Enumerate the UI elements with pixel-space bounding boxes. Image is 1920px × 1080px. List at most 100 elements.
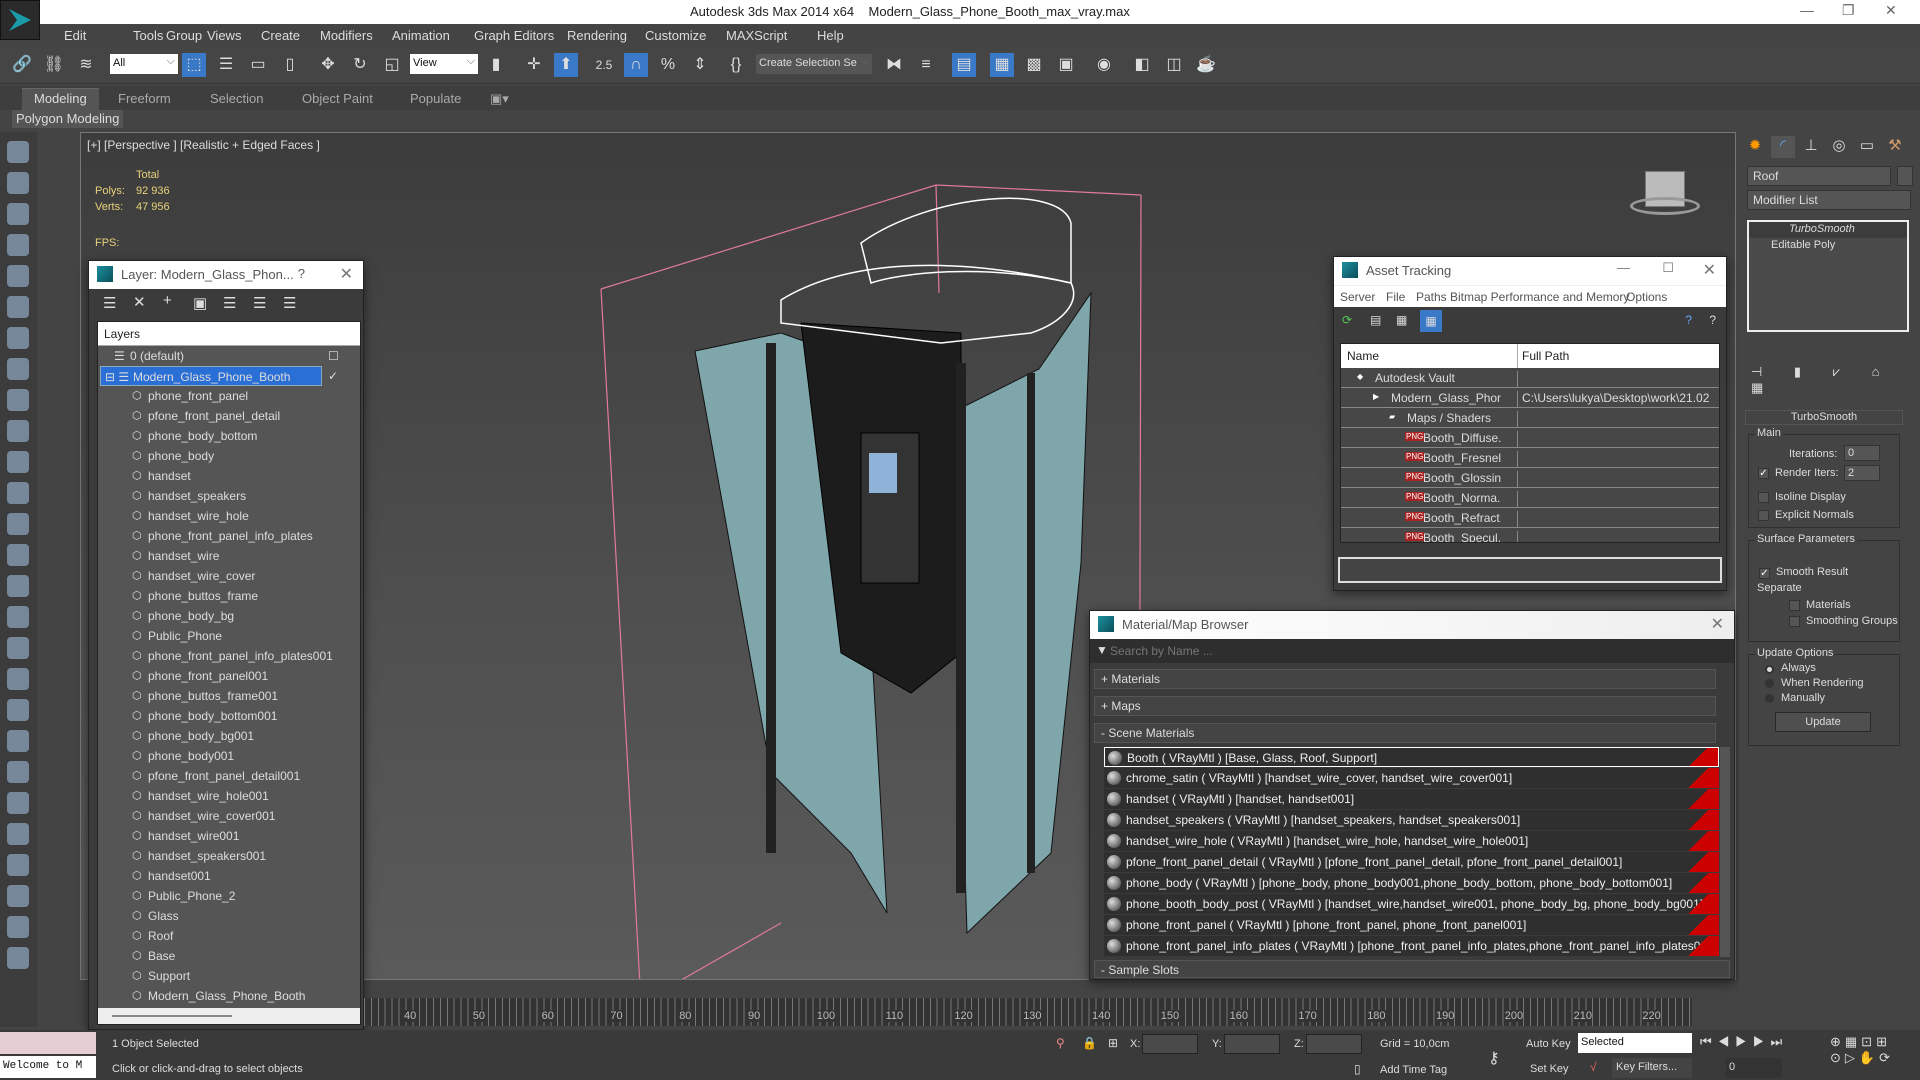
update-button[interactable]: Update (1775, 712, 1871, 732)
column-name[interactable]: Name (1347, 349, 1379, 363)
smooth-result-checkbox[interactable]: ✓ (1759, 568, 1770, 579)
asset-row[interactable]: ▰ Maps / Shaders (1341, 408, 1719, 428)
key-mode-dropdown[interactable]: Selected (1578, 1033, 1692, 1053)
set-current-layer-icon[interactable]: ☰ (253, 294, 266, 312)
current-layer-check[interactable]: ✓ (328, 369, 338, 383)
layer-object-row[interactable]: ⬡ handset_wire_cover001 (98, 806, 360, 826)
tool-icon[interactable] (7, 544, 29, 566)
material-row[interactable]: handset_speakers ( VRayMtl ) [handset_sp… (1104, 810, 1719, 830)
polygon-modeling-panel[interactable]: Polygon Modeling (12, 110, 124, 128)
layer-object-row[interactable]: ⬡ Roof (98, 926, 360, 946)
layer-row[interactable]: ☰ 0 (default) (98, 346, 360, 366)
asset-row[interactable]: ◆ Autodesk Vault (1341, 368, 1719, 388)
help-button[interactable]: ? (298, 266, 305, 281)
selection-lock-icon[interactable]: 🔒 (1082, 1036, 1097, 1050)
search-input[interactable] (1110, 641, 1732, 661)
scale-icon[interactable]: ◱ (380, 53, 404, 77)
tool-icon[interactable] (7, 575, 29, 597)
render-setup-icon[interactable]: ◧ (1130, 53, 1154, 77)
utilities-tab-icon[interactable]: ⚒ (1883, 136, 1907, 158)
reference-coordinate-dropdown[interactable]: View (410, 54, 478, 74)
layer-object-row[interactable]: ⬡ handset_wire_hole001 (98, 786, 360, 806)
tool-icon[interactable] (7, 141, 29, 163)
layer-object-row[interactable]: ⬡ pfone_front_panel_detail (98, 406, 360, 426)
refresh-icon[interactable]: ⟳ (1342, 313, 1352, 327)
layer-object-row[interactable]: ⬡ handset_wire (98, 546, 360, 566)
create-layer-icon[interactable]: ☰ (103, 294, 116, 312)
layer-object-row[interactable]: ⬡ pfone_front_panel_detail001 (98, 766, 360, 786)
material-row[interactable]: pfone_front_panel_detail ( VRayMtl ) [pf… (1104, 852, 1719, 872)
layer-object-row[interactable]: ⬡ phone_buttos_frame001 (98, 686, 360, 706)
material-row[interactable]: handset ( VRayMtl ) [handset, handset001… (1104, 789, 1719, 809)
menu-group[interactable]: Group (166, 28, 202, 43)
material-browser-titlebar[interactable]: Material/Map Browser ✕ (1090, 611, 1734, 639)
asset-menu-paths[interactable]: Paths (1416, 290, 1447, 304)
absolute-mode-icon[interactable]: ⊞ (1108, 1036, 1118, 1050)
stack-tools[interactable]: ⊣ ▮ ⩗ ⌂ ▦ (1751, 364, 1920, 396)
tool-icon[interactable] (7, 172, 29, 194)
graphite-ribbon-icon[interactable]: ▩ (1022, 53, 1046, 77)
ribbon-tab-selection[interactable]: Selection (210, 91, 263, 106)
curve-editor-icon[interactable]: ▣ (1054, 53, 1078, 77)
layer-object-row[interactable]: ⬡ handset_speakers001 (98, 846, 360, 866)
current-frame-field[interactable]: 0 (1726, 1058, 1782, 1078)
time-tag-icon[interactable]: ▯ (1354, 1062, 1361, 1076)
material-row[interactable]: chrome_satin ( VRayMtl ) [handset_wire_c… (1104, 768, 1719, 788)
align-icon[interactable]: ≡ (914, 53, 938, 77)
layer-object-row[interactable]: ⬡ phone_front_panel_info_plates (98, 526, 360, 546)
layer-hide-checkbox[interactable]: ☐ (328, 349, 339, 363)
tool-icon[interactable] (7, 265, 29, 287)
vertical-scrollbar[interactable] (1720, 747, 1730, 957)
percent-snap-icon[interactable]: % (656, 53, 680, 77)
close-icon[interactable]: ✕ (1711, 614, 1724, 634)
add-to-layer-icon[interactable]: + (163, 292, 172, 309)
tool-icon[interactable] (7, 513, 29, 535)
maximize-button[interactable]: ☐ (1662, 260, 1674, 276)
hierarchy-tab-icon[interactable]: ⊥ (1799, 136, 1823, 158)
key-filters-button[interactable]: Key Filters... (1612, 1058, 1692, 1078)
delete-layer-icon[interactable]: ✕ (133, 293, 146, 311)
menu-views[interactable]: Views (207, 28, 241, 43)
explicit-normals-checkbox[interactable] (1758, 510, 1769, 521)
scene-explorer-icon[interactable]: ▤ (952, 53, 976, 77)
x-coordinate-field[interactable] (1142, 1034, 1198, 1054)
display-tab-icon[interactable]: ▭ (1855, 136, 1879, 158)
z-coordinate-field[interactable] (1306, 1034, 1362, 1054)
menu-graph-editors[interactable]: Graph Editors (474, 28, 554, 43)
layer-object-row[interactable]: ⬡ phone_buttos_frame (98, 586, 360, 606)
tool-icon[interactable] (7, 916, 29, 938)
render-production-icon[interactable]: ☕ (1194, 53, 1218, 77)
asset-tracking-titlebar[interactable]: Asset Tracking — ☐ ✕ (1334, 257, 1726, 285)
table-view-icon[interactable]: ▦ (1420, 310, 1442, 332)
section-materials[interactable]: + Materials (1094, 669, 1716, 689)
tool-icon[interactable] (7, 358, 29, 380)
tool-icon[interactable] (7, 389, 29, 411)
asset-row[interactable]: PNGBooth_Fresnel... (1341, 448, 1719, 468)
object-name-field[interactable]: Roof (1747, 166, 1891, 186)
rotate-icon[interactable]: ↻ (348, 53, 372, 77)
modify-tab-icon[interactable]: ◜ (1771, 136, 1795, 158)
layer-dialog-titlebar[interactable]: Layer: Modern_Glass_Phon...? ✕ (89, 261, 363, 289)
section-scene-materials[interactable]: - Scene Materials (1094, 723, 1716, 743)
keyboard-shortcut-override-icon[interactable]: ⬆ (554, 53, 578, 77)
selection-filter-dropdown[interactable]: All (110, 54, 178, 74)
layer-object-row[interactable]: ⬡ Public_Phone_2 (98, 886, 360, 906)
rendered-frame-icon[interactable]: ◫ (1162, 53, 1186, 77)
asset-status-field[interactable] (1338, 557, 1722, 583)
close-icon[interactable]: ✕ (340, 264, 353, 284)
sample-slots-section[interactable]: - Sample Slots (1094, 960, 1730, 978)
tool-icon[interactable] (7, 823, 29, 845)
viewcube[interactable] (1630, 171, 1700, 221)
layer-object-row[interactable]: ⬡ Support (98, 966, 360, 986)
mirror-icon[interactable]: ⧓ (882, 53, 906, 77)
tool-icon[interactable] (7, 668, 29, 690)
render-iters-checkbox[interactable]: ✓ (1758, 468, 1769, 479)
app-logo-button[interactable] (0, 0, 40, 40)
tool-icon[interactable] (7, 482, 29, 504)
layer-object-row[interactable]: ⬡ Public_Phone (98, 626, 360, 646)
layer-object-row[interactable]: ⬡ phone_front_panel (98, 386, 360, 406)
section-maps[interactable]: + Maps (1094, 696, 1716, 716)
menu-edit[interactable]: Edit (64, 28, 86, 43)
ribbon-options-icon[interactable]: ▣▾ (490, 91, 509, 107)
isoline-display-checkbox[interactable] (1758, 492, 1769, 503)
